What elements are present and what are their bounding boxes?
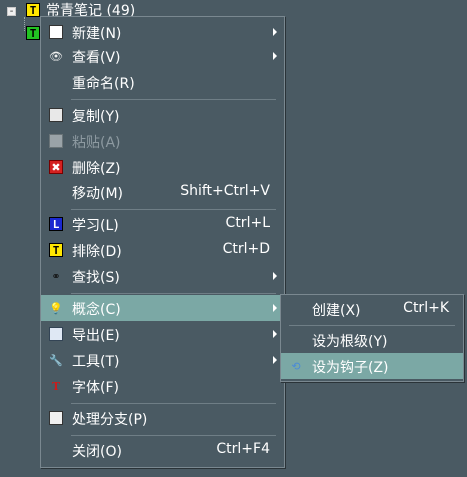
menu-separator bbox=[71, 403, 276, 404]
menu-item-shortcut: Ctrl+K bbox=[403, 300, 449, 316]
concept-submenu: 创建(X) Ctrl+K 设为根级(Y) ⟲ 设为钩子(Z) bbox=[280, 294, 464, 382]
branch-icon bbox=[49, 411, 63, 425]
topic-icon: T bbox=[26, 26, 40, 40]
menu-item-label: 复制(Y) bbox=[72, 109, 120, 125]
menu-separator bbox=[71, 293, 276, 294]
menu-item-rename[interactable]: 重命名(R) bbox=[41, 69, 284, 95]
menu-item-label: 重命名(R) bbox=[72, 76, 135, 92]
menu-separator bbox=[71, 435, 276, 436]
menu-item-label: 关闭(O) bbox=[72, 444, 122, 460]
menu-item-view[interactable]: 👁 查看(V) bbox=[41, 43, 284, 69]
topic-icon: T bbox=[26, 3, 40, 17]
submenu-arrow-icon bbox=[273, 28, 277, 36]
delete-icon: ✖ bbox=[49, 160, 63, 174]
submenu-item-set-root[interactable]: 设为根级(Y) bbox=[281, 327, 463, 353]
exclude-icon: T bbox=[49, 243, 63, 257]
wrench-icon: 🔧 bbox=[49, 353, 63, 367]
tree-line bbox=[24, 17, 25, 31]
menu-separator bbox=[71, 99, 276, 100]
menu-item-label: 创建(X) bbox=[312, 303, 361, 319]
menu-item-label: 查看(V) bbox=[72, 50, 121, 66]
submenu-arrow-icon bbox=[273, 356, 277, 364]
submenu-arrow-icon bbox=[273, 304, 277, 312]
font-icon: T bbox=[51, 379, 61, 393]
menu-item-copy[interactable]: 复制(Y) bbox=[41, 102, 284, 128]
menu-item-delete[interactable]: ✖ 删除(Z) bbox=[41, 154, 284, 180]
menu-item-label: 工具(T) bbox=[72, 354, 120, 370]
menu-item-shortcut: Shift+Ctrl+V bbox=[180, 183, 270, 199]
menu-item-find[interactable]: ⚭ 查找(S) bbox=[41, 263, 284, 289]
menu-item-learn[interactable]: L 学习(L) Ctrl+L bbox=[41, 211, 284, 237]
menu-item-process-branch[interactable]: 处理分支(P) bbox=[41, 405, 284, 431]
tree-node-child[interactable]: T bbox=[26, 24, 40, 42]
new-doc-icon bbox=[49, 25, 63, 39]
menu-item-label: 粘贴(A) bbox=[72, 135, 121, 151]
menu-item-label: 概念(C) bbox=[72, 302, 121, 318]
menu-item-shortcut: Ctrl+D bbox=[222, 241, 270, 257]
menu-item-label: 排除(D) bbox=[72, 244, 122, 260]
expand-collapse-icon[interactable]: - bbox=[7, 7, 16, 17]
submenu-arrow-icon bbox=[273, 330, 277, 338]
menu-item-move[interactable]: 移动(M) Shift+Ctrl+V bbox=[41, 179, 284, 205]
menu-item-label: 移动(M) bbox=[72, 186, 124, 202]
copy-icon bbox=[49, 108, 63, 122]
lightbulb-icon: 💡 bbox=[49, 301, 63, 315]
menu-item-label: 处理分支(P) bbox=[72, 412, 148, 428]
menu-separator bbox=[289, 325, 455, 326]
menu-separator bbox=[71, 209, 276, 210]
hook-icon: ⟲ bbox=[291, 359, 301, 373]
menu-item-label: 查找(S) bbox=[72, 270, 120, 286]
context-menu: 新建(N) 👁 查看(V) 重命名(R) 复制(Y) 粘贴(A) ✖ 删除(Z)… bbox=[40, 16, 285, 468]
menu-item-label: 导出(E) bbox=[72, 328, 120, 344]
menu-item-font[interactable]: T 字体(F) bbox=[41, 373, 284, 399]
menu-item-label: 字体(F) bbox=[72, 380, 119, 396]
menu-item-tools[interactable]: 🔧 工具(T) bbox=[41, 347, 284, 373]
menu-item-shortcut: Ctrl+L bbox=[225, 215, 270, 231]
menu-item-label: 设为根级(Y) bbox=[312, 334, 388, 350]
submenu-arrow-icon bbox=[273, 272, 277, 280]
submenu-arrow-icon bbox=[273, 52, 277, 60]
learn-icon: L bbox=[49, 217, 63, 231]
eye-icon: 👁 bbox=[49, 49, 63, 63]
binoculars-icon: ⚭ bbox=[51, 269, 61, 283]
menu-item-shortcut: Ctrl+F4 bbox=[216, 441, 270, 457]
menu-item-label: 设为钩子(Z) bbox=[312, 360, 389, 376]
menu-item-exclude[interactable]: T 排除(D) Ctrl+D bbox=[41, 237, 284, 263]
menu-item-label: 新建(N) bbox=[72, 26, 122, 42]
paste-icon bbox=[49, 134, 63, 148]
export-icon bbox=[49, 327, 63, 341]
submenu-item-create[interactable]: 创建(X) Ctrl+K bbox=[281, 296, 463, 322]
menu-item-paste: 粘贴(A) bbox=[41, 128, 284, 154]
menu-item-close[interactable]: 关闭(O) Ctrl+F4 bbox=[41, 437, 284, 463]
menu-item-label: 删除(Z) bbox=[72, 161, 121, 177]
menu-item-new[interactable]: 新建(N) bbox=[41, 19, 284, 45]
menu-item-concept[interactable]: 💡 概念(C) bbox=[41, 295, 284, 321]
submenu-item-set-hook[interactable]: ⟲ 设为钩子(Z) bbox=[281, 353, 463, 379]
menu-item-export[interactable]: 导出(E) bbox=[41, 321, 284, 347]
menu-item-label: 学习(L) bbox=[72, 218, 119, 234]
